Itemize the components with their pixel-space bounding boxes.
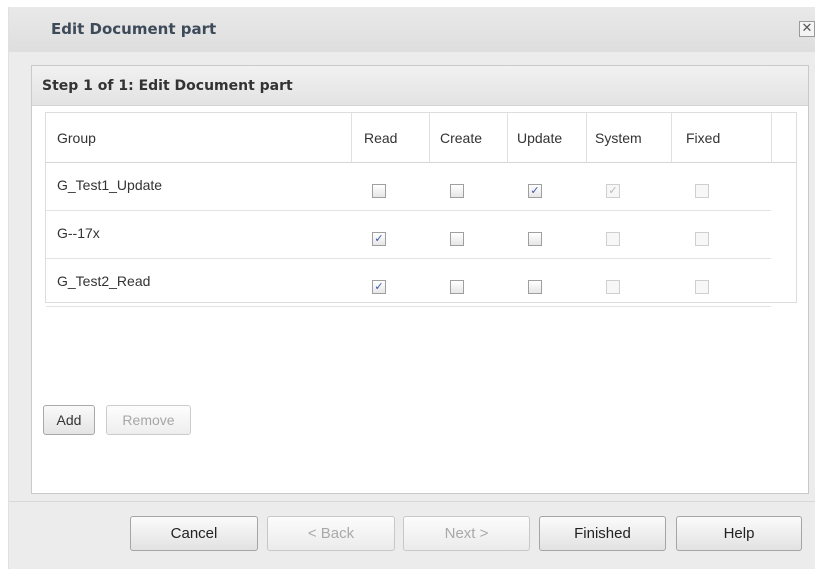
system-checkbox <box>606 232 620 246</box>
table-row[interactable]: G_Test1_Update ✓ ✓ <box>46 163 771 211</box>
help-button[interactable]: Help <box>676 516 802 551</box>
step-title: Step 1 of 1: Edit Document part <box>42 78 293 94</box>
add-button[interactable]: Add <box>43 405 95 435</box>
table-row[interactable]: G--17x ✓ <box>46 211 771 259</box>
fixed-checkbox <box>695 184 709 198</box>
step-header: Step 1 of 1: Edit Document part <box>32 66 808 106</box>
read-checkbox[interactable]: ✓ <box>372 280 386 294</box>
column-divider <box>507 113 508 162</box>
cancel-button[interactable]: Cancel <box>130 516 258 551</box>
dialog-titlebar: Edit Document part ✕ <box>9 7 815 52</box>
permissions-grid: Group Read Create Update System Fixed G_… <box>45 112 797 307</box>
column-header-group[interactable]: Group <box>57 130 96 146</box>
column-divider <box>351 113 352 162</box>
system-checkbox: ✓ <box>606 184 620 198</box>
column-header-update[interactable]: Update <box>517 130 562 146</box>
create-checkbox[interactable] <box>450 280 464 294</box>
grid-header: Group Read Create Update System Fixed <box>46 113 796 163</box>
wizard-panel: Step 1 of 1: Edit Document part Group Re… <box>31 65 809 494</box>
update-checkbox[interactable] <box>528 280 542 294</box>
close-icon[interactable]: ✕ <box>799 21 815 37</box>
column-header-read[interactable]: Read <box>364 130 397 146</box>
column-header-fixed[interactable]: Fixed <box>686 130 720 146</box>
column-header-system[interactable]: System <box>595 130 642 146</box>
update-checkbox[interactable]: ✓ <box>528 184 542 198</box>
column-divider <box>429 113 430 162</box>
group-name: G--17x <box>57 225 100 241</box>
fixed-checkbox <box>695 280 709 294</box>
back-button[interactable]: < Back <box>267 516 395 551</box>
read-checkbox[interactable] <box>372 184 386 198</box>
create-checkbox[interactable] <box>450 184 464 198</box>
finished-button[interactable]: Finished <box>539 516 666 551</box>
column-divider <box>586 113 587 162</box>
next-button[interactable]: Next > <box>403 516 530 551</box>
system-checkbox <box>606 280 620 294</box>
group-name: G_Test2_Read <box>57 273 151 289</box>
group-name: G_Test1_Update <box>57 177 163 193</box>
column-divider <box>671 113 672 162</box>
fixed-checkbox <box>695 232 709 246</box>
edit-document-part-dialog: Edit Document part ✕ Step 1 of 1: Edit D… <box>8 7 815 569</box>
column-divider <box>771 113 772 162</box>
dialog-title: Edit Document part <box>51 20 217 38</box>
create-checkbox[interactable] <box>450 232 464 246</box>
update-checkbox[interactable] <box>528 232 542 246</box>
read-checkbox[interactable]: ✓ <box>372 232 386 246</box>
column-header-create[interactable]: Create <box>440 130 482 146</box>
remove-button[interactable]: Remove <box>106 405 191 435</box>
table-row[interactable]: G_Test2_Read ✓ <box>46 259 771 307</box>
footer-divider <box>9 501 815 502</box>
